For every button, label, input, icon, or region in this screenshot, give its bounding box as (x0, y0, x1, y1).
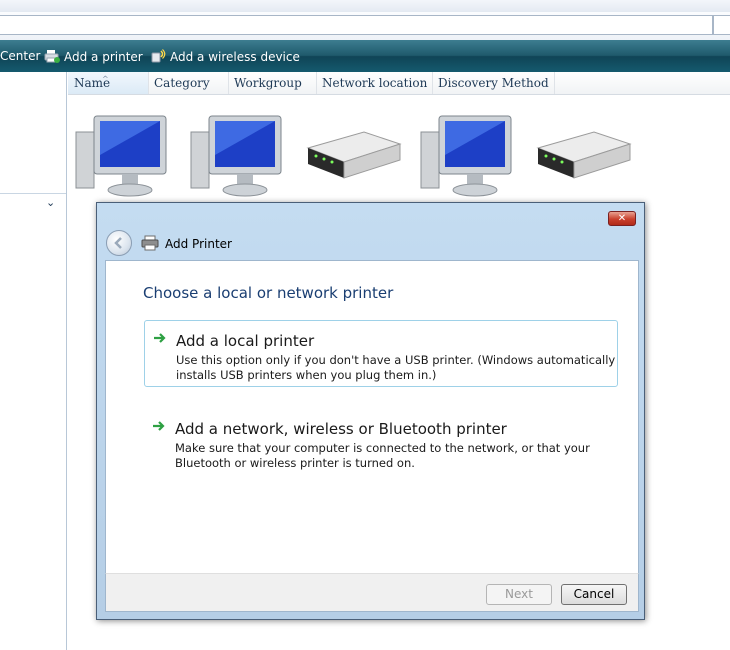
address-bar (0, 12, 730, 41)
add-local-printer-option[interactable]: Add a local printer Use this option only… (144, 320, 618, 387)
add-printer-button[interactable]: Add a printer (44, 49, 143, 64)
address-input[interactable] (0, 15, 713, 35)
option-description: Use this option only if you don't have a… (176, 353, 616, 382)
add-printer-label: Add a printer (64, 50, 143, 64)
router-icon[interactable] (302, 110, 402, 202)
computer-icon[interactable] (189, 110, 289, 202)
close-icon: ✕ (617, 213, 627, 224)
router-icon[interactable] (532, 110, 632, 202)
network-center-link[interactable]: Center (0, 49, 40, 63)
dialog-title: Add Printer (165, 237, 232, 251)
computer-icon[interactable] (419, 110, 519, 202)
sort-arrow-icon: ^ (102, 75, 109, 84)
dialog-heading: Choose a local or network printer (143, 284, 394, 302)
column-header-row: ^ Name Category Workgroup Network locati… (68, 72, 730, 95)
add-network-printer-option[interactable]: Add a network, wireless or Bluetooth pri… (144, 409, 616, 470)
add-wireless-label: Add a wireless device (170, 50, 300, 64)
printer-add-icon (44, 50, 60, 63)
printer-icon (141, 235, 159, 251)
next-button[interactable]: Next (486, 584, 552, 605)
navigation-pane: ⌄ (0, 72, 67, 650)
back-arrow-icon (114, 237, 122, 249)
dialog-footer: Next Cancel (105, 573, 639, 612)
option-description: Make sure that your computer is connecte… (175, 441, 590, 470)
add-wireless-device-button[interactable]: Add a wireless device (150, 49, 300, 64)
green-arrow-icon (154, 333, 166, 343)
nav-divider (0, 193, 66, 194)
column-discovery-method[interactable]: Discovery Method (432, 72, 555, 94)
dialog-content: Choose a local or network printer Add a … (105, 260, 639, 574)
green-arrow-icon (153, 421, 165, 431)
option-title: Add a local printer (176, 332, 315, 350)
column-discovery-method-label: Discovery Method (438, 76, 549, 90)
column-name[interactable]: ^ Name (68, 72, 149, 94)
wireless-device-icon (151, 49, 166, 63)
column-workgroup-label: Workgroup (234, 76, 302, 90)
column-network-location[interactable]: Network location (316, 72, 433, 94)
computer-icon[interactable] (74, 110, 174, 202)
search-input[interactable] (713, 15, 730, 35)
column-network-location-label: Network location (322, 76, 428, 90)
cancel-button[interactable]: Cancel (561, 584, 627, 605)
close-button[interactable]: ✕ (608, 211, 636, 226)
add-printer-dialog: ✕ Add Printer Choose a local or network … (96, 202, 645, 620)
column-category[interactable]: Category (148, 72, 229, 94)
column-category-label: Category (154, 76, 210, 90)
command-bar: Center Add a printer Add a wireless devi… (0, 40, 730, 72)
chevron-down-icon[interactable]: ⌄ (46, 196, 58, 209)
option-title: Add a network, wireless or Bluetooth pri… (175, 420, 507, 438)
column-workgroup[interactable]: Workgroup (228, 72, 317, 94)
network-center-label: Center (0, 49, 41, 63)
back-button[interactable] (106, 230, 132, 256)
